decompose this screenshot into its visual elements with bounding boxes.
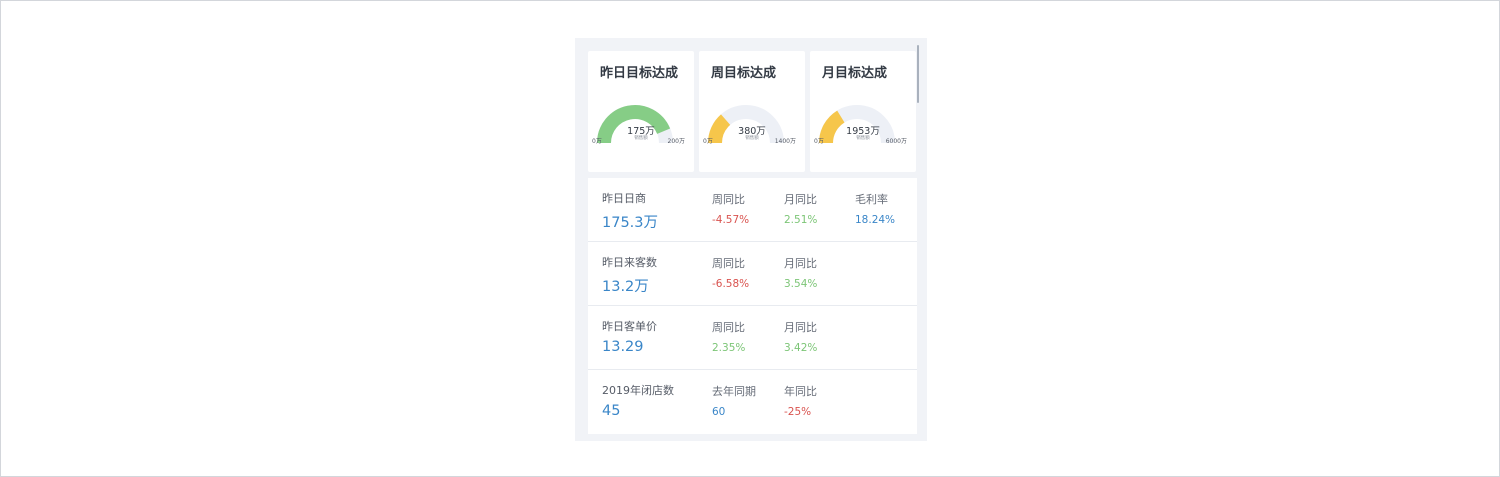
metric-sub-label: 去年同期 <box>712 385 756 398</box>
metric-label: 昨日日商 <box>602 192 646 205</box>
metric-sub-value: 3.42% <box>784 342 818 354</box>
metric-sub-value: 60 <box>712 406 726 418</box>
screenshot-frame: 昨日目标达成 175万 销售额 0万 200万 周目标达成 380万 销售额 0… <box>0 0 1500 477</box>
gauge-max-label: 1400万 <box>774 138 796 145</box>
metric-sub-value: 2.35% <box>712 342 746 354</box>
metric-value: 13.2万 <box>602 279 649 295</box>
gauge-min-label: 0万 <box>703 138 713 145</box>
metric-sub-label: 月同比 <box>784 193 817 206</box>
dashboard-panel: 昨日目标达成 175万 销售额 0万 200万 周目标达成 380万 销售额 0… <box>575 38 927 441</box>
metric-row-daily-sales[interactable]: 昨日日商 175.3万 周同比 -4.57% 月同比 2.51% 毛利率 18.… <box>588 178 917 242</box>
metric-value: 45 <box>602 403 621 419</box>
gauge-min-label: 0万 <box>592 138 602 145</box>
metric-sub-value: 2.51% <box>784 214 818 226</box>
metric-sub-label: 月同比 <box>784 321 817 334</box>
metric-value: 13.29 <box>602 339 644 355</box>
metric-value: 175.3万 <box>602 215 659 231</box>
metric-label: 昨日来客数 <box>602 256 657 269</box>
goal-title: 月目标达成 <box>822 66 888 81</box>
metric-sub-value: -6.58% <box>712 278 750 290</box>
metric-row-store-closures[interactable]: 2019年闭店数 45 去年同期 60 年同比 -25% <box>588 370 917 434</box>
gauge-max-label: 6000万 <box>885 138 907 145</box>
goal-title: 昨日目标达成 <box>600 66 679 81</box>
metrics-list: 昨日日商 175.3万 周同比 -4.57% 月同比 2.51% 毛利率 18.… <box>588 178 917 434</box>
metric-sub-value: 3.54% <box>784 278 818 290</box>
gauge-max-label: 200万 <box>667 138 685 145</box>
metric-label: 2019年闭店数 <box>602 384 674 397</box>
metric-sub-value: -25% <box>784 406 812 418</box>
metric-row-avg-ticket[interactable]: 昨日客单价 13.29 周同比 2.35% 月同比 3.42% <box>588 306 917 370</box>
goal-card-monthly[interactable]: 月目标达成 1953万 销售额 0万 6000万 <box>810 51 916 172</box>
goal-card-weekly[interactable]: 周目标达成 380万 销售额 0万 1400万 <box>699 51 805 172</box>
metric-label: 昨日客单价 <box>602 320 657 333</box>
metric-sub-label: 周同比 <box>712 193 745 206</box>
horizontal-scroll-indicator[interactable] <box>917 45 919 103</box>
metric-sub-label: 年同比 <box>784 385 817 398</box>
metric-sub-value: -4.57% <box>712 214 750 226</box>
metric-sub-label: 周同比 <box>712 257 745 270</box>
goal-title: 周目标达成 <box>711 66 777 81</box>
metric-sub-value: 18.24% <box>855 214 896 226</box>
goal-card-daily[interactable]: 昨日目标达成 175万 销售额 0万 200万 <box>588 51 694 172</box>
metric-sub-label: 月同比 <box>784 257 817 270</box>
metric-row-daily-customers[interactable]: 昨日来客数 13.2万 周同比 -6.58% 月同比 3.54% <box>588 242 917 306</box>
gauge-min-label: 0万 <box>814 138 824 145</box>
metric-sub-label: 周同比 <box>712 321 745 334</box>
metric-sub-label: 毛利率 <box>855 193 888 206</box>
